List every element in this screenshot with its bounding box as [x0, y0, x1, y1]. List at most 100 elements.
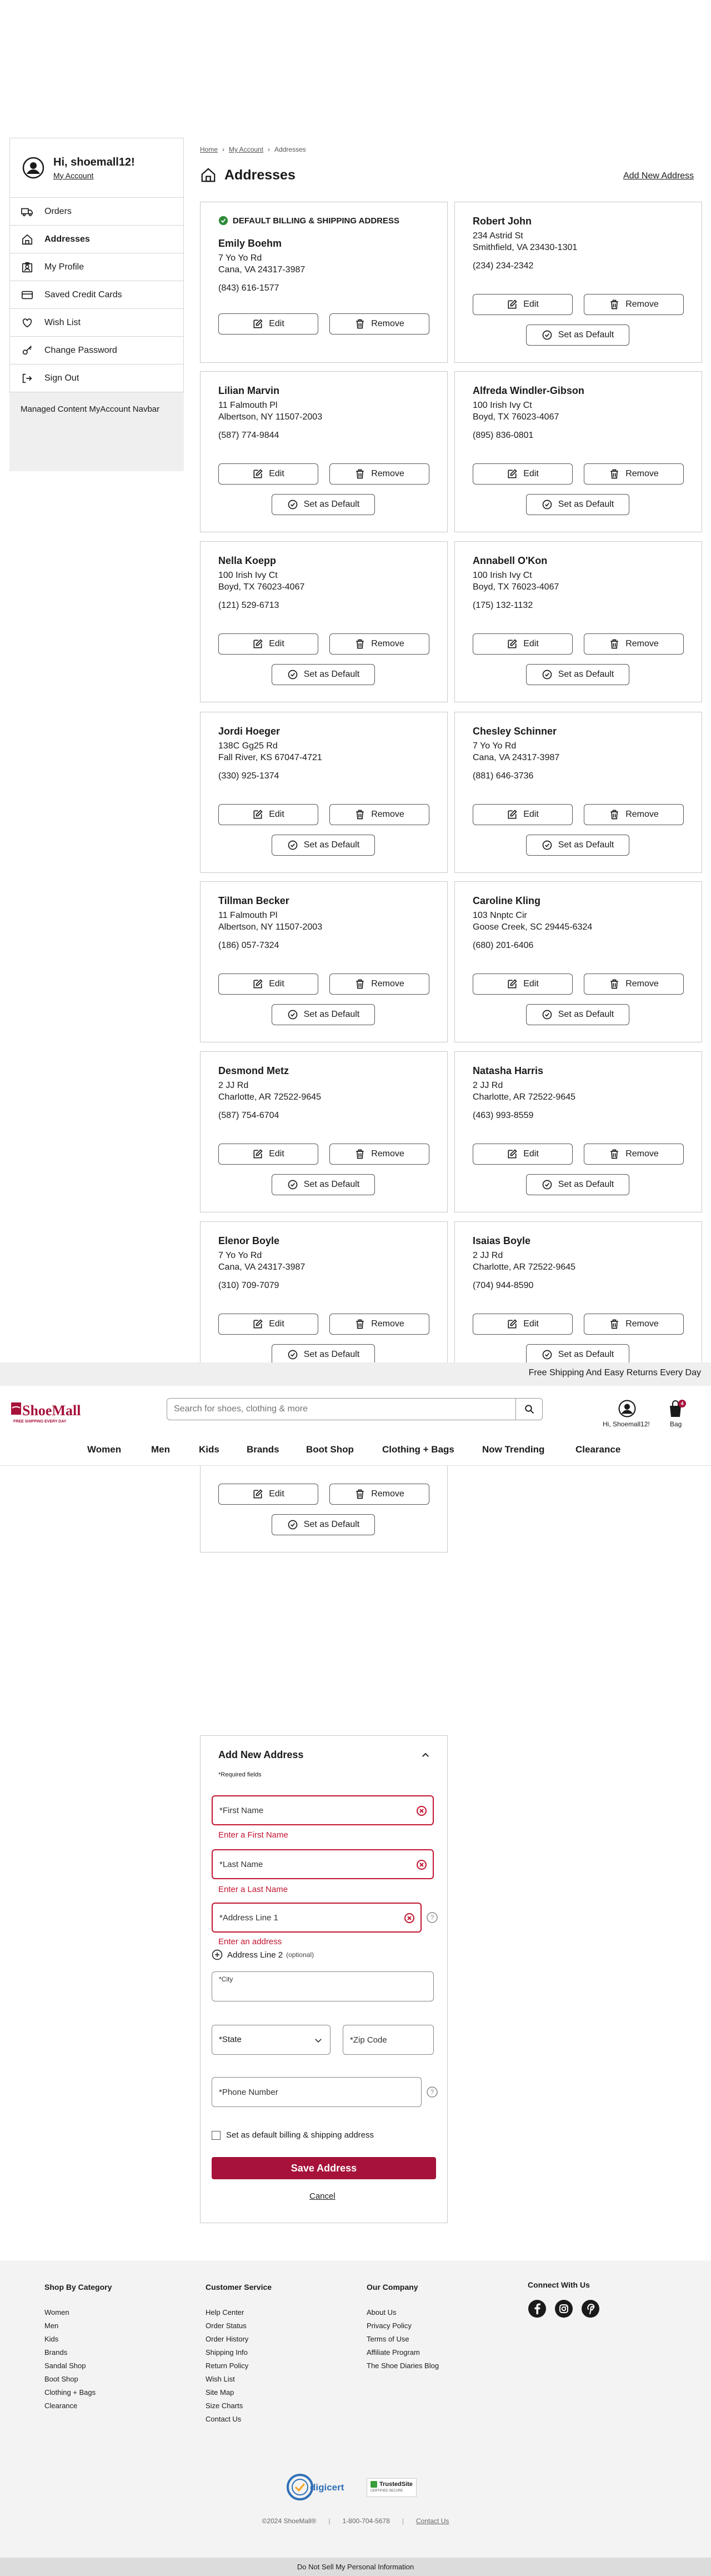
remove-button[interactable]: Remove	[329, 974, 429, 995]
footer-link[interactable]: Men	[44, 2319, 112, 2333]
footer-link[interactable]: Affiliate Program	[367, 2346, 439, 2359]
set-default-button[interactable]: Set as Default	[526, 325, 629, 346]
save-address-button[interactable]: Save Address	[212, 2157, 436, 2179]
footer-link[interactable]: Women	[44, 2306, 112, 2319]
edit-button[interactable]: Edit	[473, 633, 573, 655]
footer-link[interactable]: Terms of Use	[367, 2333, 439, 2346]
sidebar-item-addresses[interactable]: Addresses	[9, 226, 184, 253]
edit-button[interactable]: Edit	[473, 974, 573, 995]
remove-button[interactable]: Remove	[584, 1314, 684, 1335]
remove-button[interactable]: Remove	[329, 633, 429, 655]
remove-button[interactable]: Remove	[584, 294, 684, 315]
city-field[interactable]: *City	[212, 1971, 434, 2001]
footer-link[interactable]: Size Charts	[206, 2399, 272, 2413]
sidebar-item-orders[interactable]: Orders	[9, 198, 184, 226]
sidebar-item-wish-list[interactable]: Wish List	[9, 309, 184, 337]
trustedsite-badge[interactable]: TrustedSite CERTIFIED SECURE	[367, 2478, 417, 2497]
error-clear-icon[interactable]	[416, 1805, 427, 1816]
remove-button[interactable]: Remove	[329, 1144, 429, 1165]
cancel-link[interactable]: Cancel	[309, 2191, 336, 2201]
bag-label[interactable]: Bag	[670, 1420, 682, 1428]
footer-link[interactable]: Privacy Policy	[367, 2319, 439, 2333]
edit-button[interactable]: Edit	[473, 804, 573, 825]
remove-button[interactable]: Remove	[329, 1314, 429, 1335]
set-default-button[interactable]: Set as Default	[272, 1514, 375, 1535]
set-default-button[interactable]: Set as Default	[526, 494, 629, 515]
error-clear-icon[interactable]	[404, 1913, 415, 1924]
breadcrumb-my-account[interactable]: My Account	[229, 146, 263, 153]
address-line1-input[interactable]	[219, 1904, 397, 1931]
remove-button[interactable]: Remove	[584, 1144, 684, 1165]
nav-clothing-bags[interactable]: Clothing + Bags	[382, 1444, 454, 1455]
footer-link[interactable]: Order History	[206, 2333, 272, 2346]
footer-link[interactable]: Shipping Info	[206, 2346, 272, 2359]
footer-link[interactable]: Kids	[44, 2333, 112, 2346]
chevron-up-icon[interactable]	[420, 1750, 430, 1760]
nav-brands[interactable]: Brands	[247, 1444, 279, 1455]
remove-button[interactable]: Remove	[584, 633, 684, 655]
zip-code-input[interactable]	[350, 2025, 528, 2054]
set-default-button[interactable]: Set as Default	[526, 835, 629, 856]
remove-button[interactable]: Remove	[329, 463, 429, 485]
nav-now-trending[interactable]: Now Trending	[482, 1444, 544, 1455]
edit-button[interactable]: Edit	[218, 804, 318, 825]
nav-boot-shop[interactable]: Boot Shop	[306, 1444, 354, 1455]
set-default-button[interactable]: Set as Default	[526, 1004, 629, 1025]
shoemall-logo[interactable]: ShoeMall FREE SHIPPING EVERY DAY	[11, 1400, 106, 1425]
sidebar-item-sign-out[interactable]: Sign Out	[9, 365, 184, 392]
footer-link[interactable]: Brands	[44, 2346, 112, 2359]
error-clear-icon[interactable]	[416, 1859, 427, 1870]
my-account-link[interactable]: My Account	[53, 171, 135, 180]
remove-button[interactable]: Remove	[584, 974, 684, 995]
user-account-label[interactable]: Hi, Shoemall12!	[603, 1420, 650, 1428]
help-icon[interactable]: ?	[426, 2086, 438, 2098]
set-default-button[interactable]: Set as Default	[272, 1174, 375, 1195]
edit-button[interactable]: Edit	[473, 1144, 573, 1165]
footer-link[interactable]: Clothing + Bags	[44, 2386, 112, 2399]
set-default-button[interactable]: Set as Default	[272, 835, 375, 856]
phone-number-input[interactable]	[219, 2078, 397, 2106]
default-address-checkbox[interactable]	[212, 2130, 221, 2140]
add-new-address-link[interactable]: Add New Address	[623, 171, 694, 181]
remove-button[interactable]: Remove	[584, 463, 684, 485]
state-select[interactable]: *State	[212, 2025, 331, 2055]
footer-link[interactable]: Site Map	[206, 2386, 272, 2399]
set-default-button[interactable]: Set as Default	[526, 664, 629, 685]
remove-button[interactable]: Remove	[329, 313, 429, 335]
instagram-icon[interactable]	[554, 2299, 573, 2318]
edit-button[interactable]: Edit	[473, 294, 573, 315]
edit-button[interactable]: Edit	[473, 463, 573, 485]
edit-button[interactable]: Edit	[218, 633, 318, 655]
edit-button[interactable]: Edit	[218, 313, 318, 335]
edit-button[interactable]: Edit	[218, 1484, 318, 1505]
edit-button[interactable]: Edit	[218, 1144, 318, 1165]
footer-link[interactable]: Contact Us	[206, 2413, 272, 2426]
footer-link[interactable]: Boot Shop	[44, 2373, 112, 2386]
shopping-bag-icon[interactable]: 4	[667, 1399, 687, 1418]
last-name-input[interactable]	[219, 1850, 397, 1878]
remove-button[interactable]: Remove	[584, 804, 684, 825]
footer-link[interactable]: Return Policy	[206, 2359, 272, 2373]
contact-us-link[interactable]: Contact Us	[416, 2517, 449, 2525]
set-default-button[interactable]: Set as Default	[272, 1004, 375, 1025]
nav-clearance[interactable]: Clearance	[575, 1444, 620, 1455]
search-button[interactable]	[515, 1399, 542, 1420]
set-default-button[interactable]: Set as Default	[272, 664, 375, 685]
footer-link[interactable]: About Us	[367, 2306, 439, 2319]
search-input[interactable]	[174, 1399, 507, 1420]
edit-button[interactable]: Edit	[218, 974, 318, 995]
sidebar-item-profile[interactable]: My Profile	[9, 253, 184, 281]
pinterest-icon[interactable]	[581, 2299, 600, 2318]
first-name-input[interactable]	[219, 1796, 397, 1824]
nav-kids[interactable]: Kids	[199, 1444, 219, 1455]
do-not-sell-link[interactable]: Do Not Sell My Personal Information	[0, 2558, 711, 2576]
footer-link[interactable]: Sandal Shop	[44, 2359, 112, 2373]
set-default-button[interactable]: Set as Default	[526, 1174, 629, 1195]
footer-link[interactable]: Wish List	[206, 2373, 272, 2386]
footer-link[interactable]: Help Center	[206, 2306, 272, 2319]
footer-link[interactable]: The Shoe Diaries Blog	[367, 2359, 439, 2373]
digicert-badge[interactable]: digicert	[286, 2473, 351, 2502]
facebook-icon[interactable]	[528, 2299, 547, 2318]
breadcrumb-home[interactable]: Home	[200, 146, 218, 153]
set-default-button[interactable]: Set as Default	[272, 494, 375, 515]
